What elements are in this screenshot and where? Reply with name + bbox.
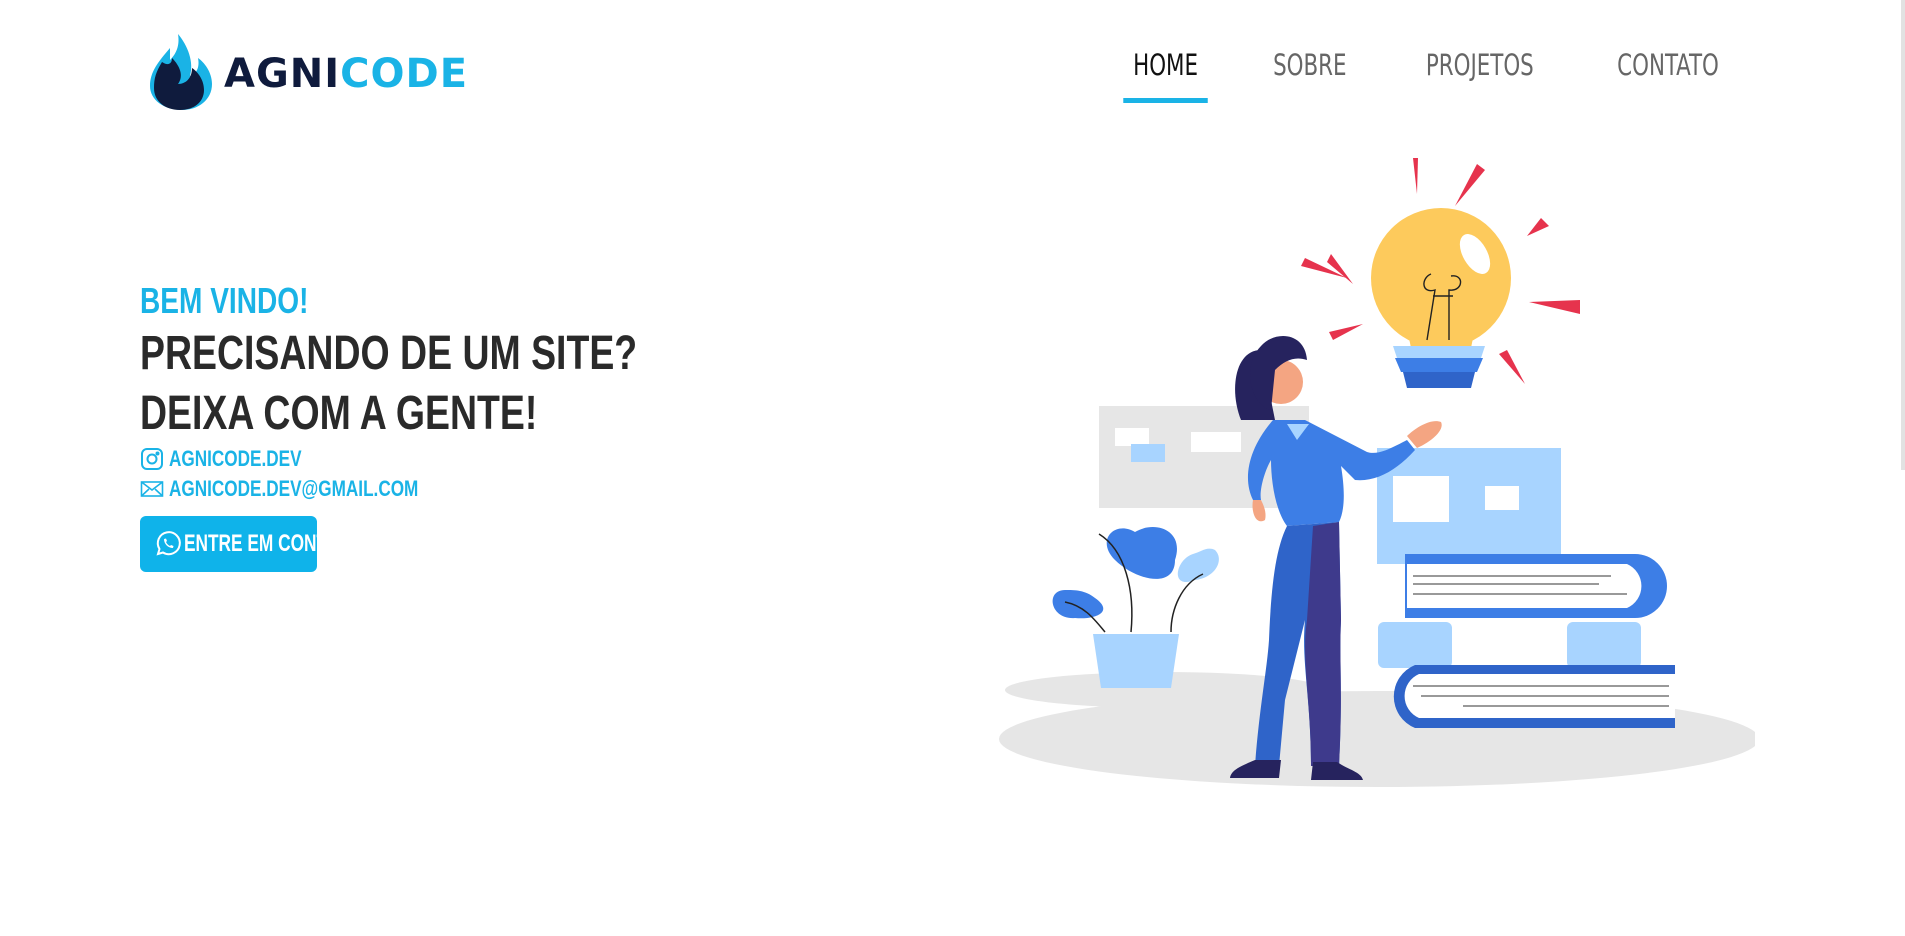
brand-name-part1: AGNI xyxy=(224,51,341,97)
contact-button-label: ENTRE EM CONTATO xyxy=(184,530,361,557)
scrollbar[interactable] xyxy=(1901,0,1905,470)
headline-line-2: DEIXA COM A GENTE! xyxy=(140,387,538,440)
book-spine-top xyxy=(1378,622,1452,668)
contact-button[interactable]: ENTRE EM CONTATO xyxy=(140,516,361,572)
nav-item-projetos[interactable]: PROJETOS xyxy=(1426,48,1534,92)
plant-pot xyxy=(1093,634,1179,688)
brand-name: AGNICODE xyxy=(224,51,468,97)
hero-section: BEM VINDO! PRECISANDO DE UM SITE? DEIXA … xyxy=(140,280,777,572)
headline-line-1: PRECISANDO DE UM SITE? xyxy=(140,327,638,380)
email-address: AGNICODE.DEV@GMAIL.COM xyxy=(169,476,419,501)
email-link[interactable]: AGNICODE.DEV@GMAIL.COM xyxy=(140,474,777,504)
envelope-icon xyxy=(140,481,164,497)
brand-name-part2: CODE xyxy=(340,51,469,97)
lightbulb-icon xyxy=(1371,208,1511,388)
main-nav: HOME SOBRE PROJETOS CONTATO xyxy=(1122,48,1730,103)
flame-icon xyxy=(150,34,212,110)
brand-logo[interactable]: AGNICODE xyxy=(148,32,468,110)
instagram-icon xyxy=(141,448,163,470)
hero-headline: PRECISANDO DE UM SITE? DEIXA COM A GENTE… xyxy=(140,324,777,444)
hero-illustration xyxy=(999,158,1755,787)
instagram-link[interactable]: AGNICODE.DEV xyxy=(140,444,777,474)
nav-item-sobre[interactable]: SOBRE xyxy=(1273,48,1346,92)
nav-item-contato[interactable]: CONTATO xyxy=(1617,48,1719,92)
whatsapp-icon xyxy=(156,531,181,556)
instagram-handle: AGNICODE.DEV xyxy=(169,446,302,471)
nav-item-home[interactable]: HOME xyxy=(1122,48,1208,103)
welcome-text: BEM VINDO! xyxy=(140,280,309,321)
plant-leaf-2 xyxy=(1052,590,1104,619)
